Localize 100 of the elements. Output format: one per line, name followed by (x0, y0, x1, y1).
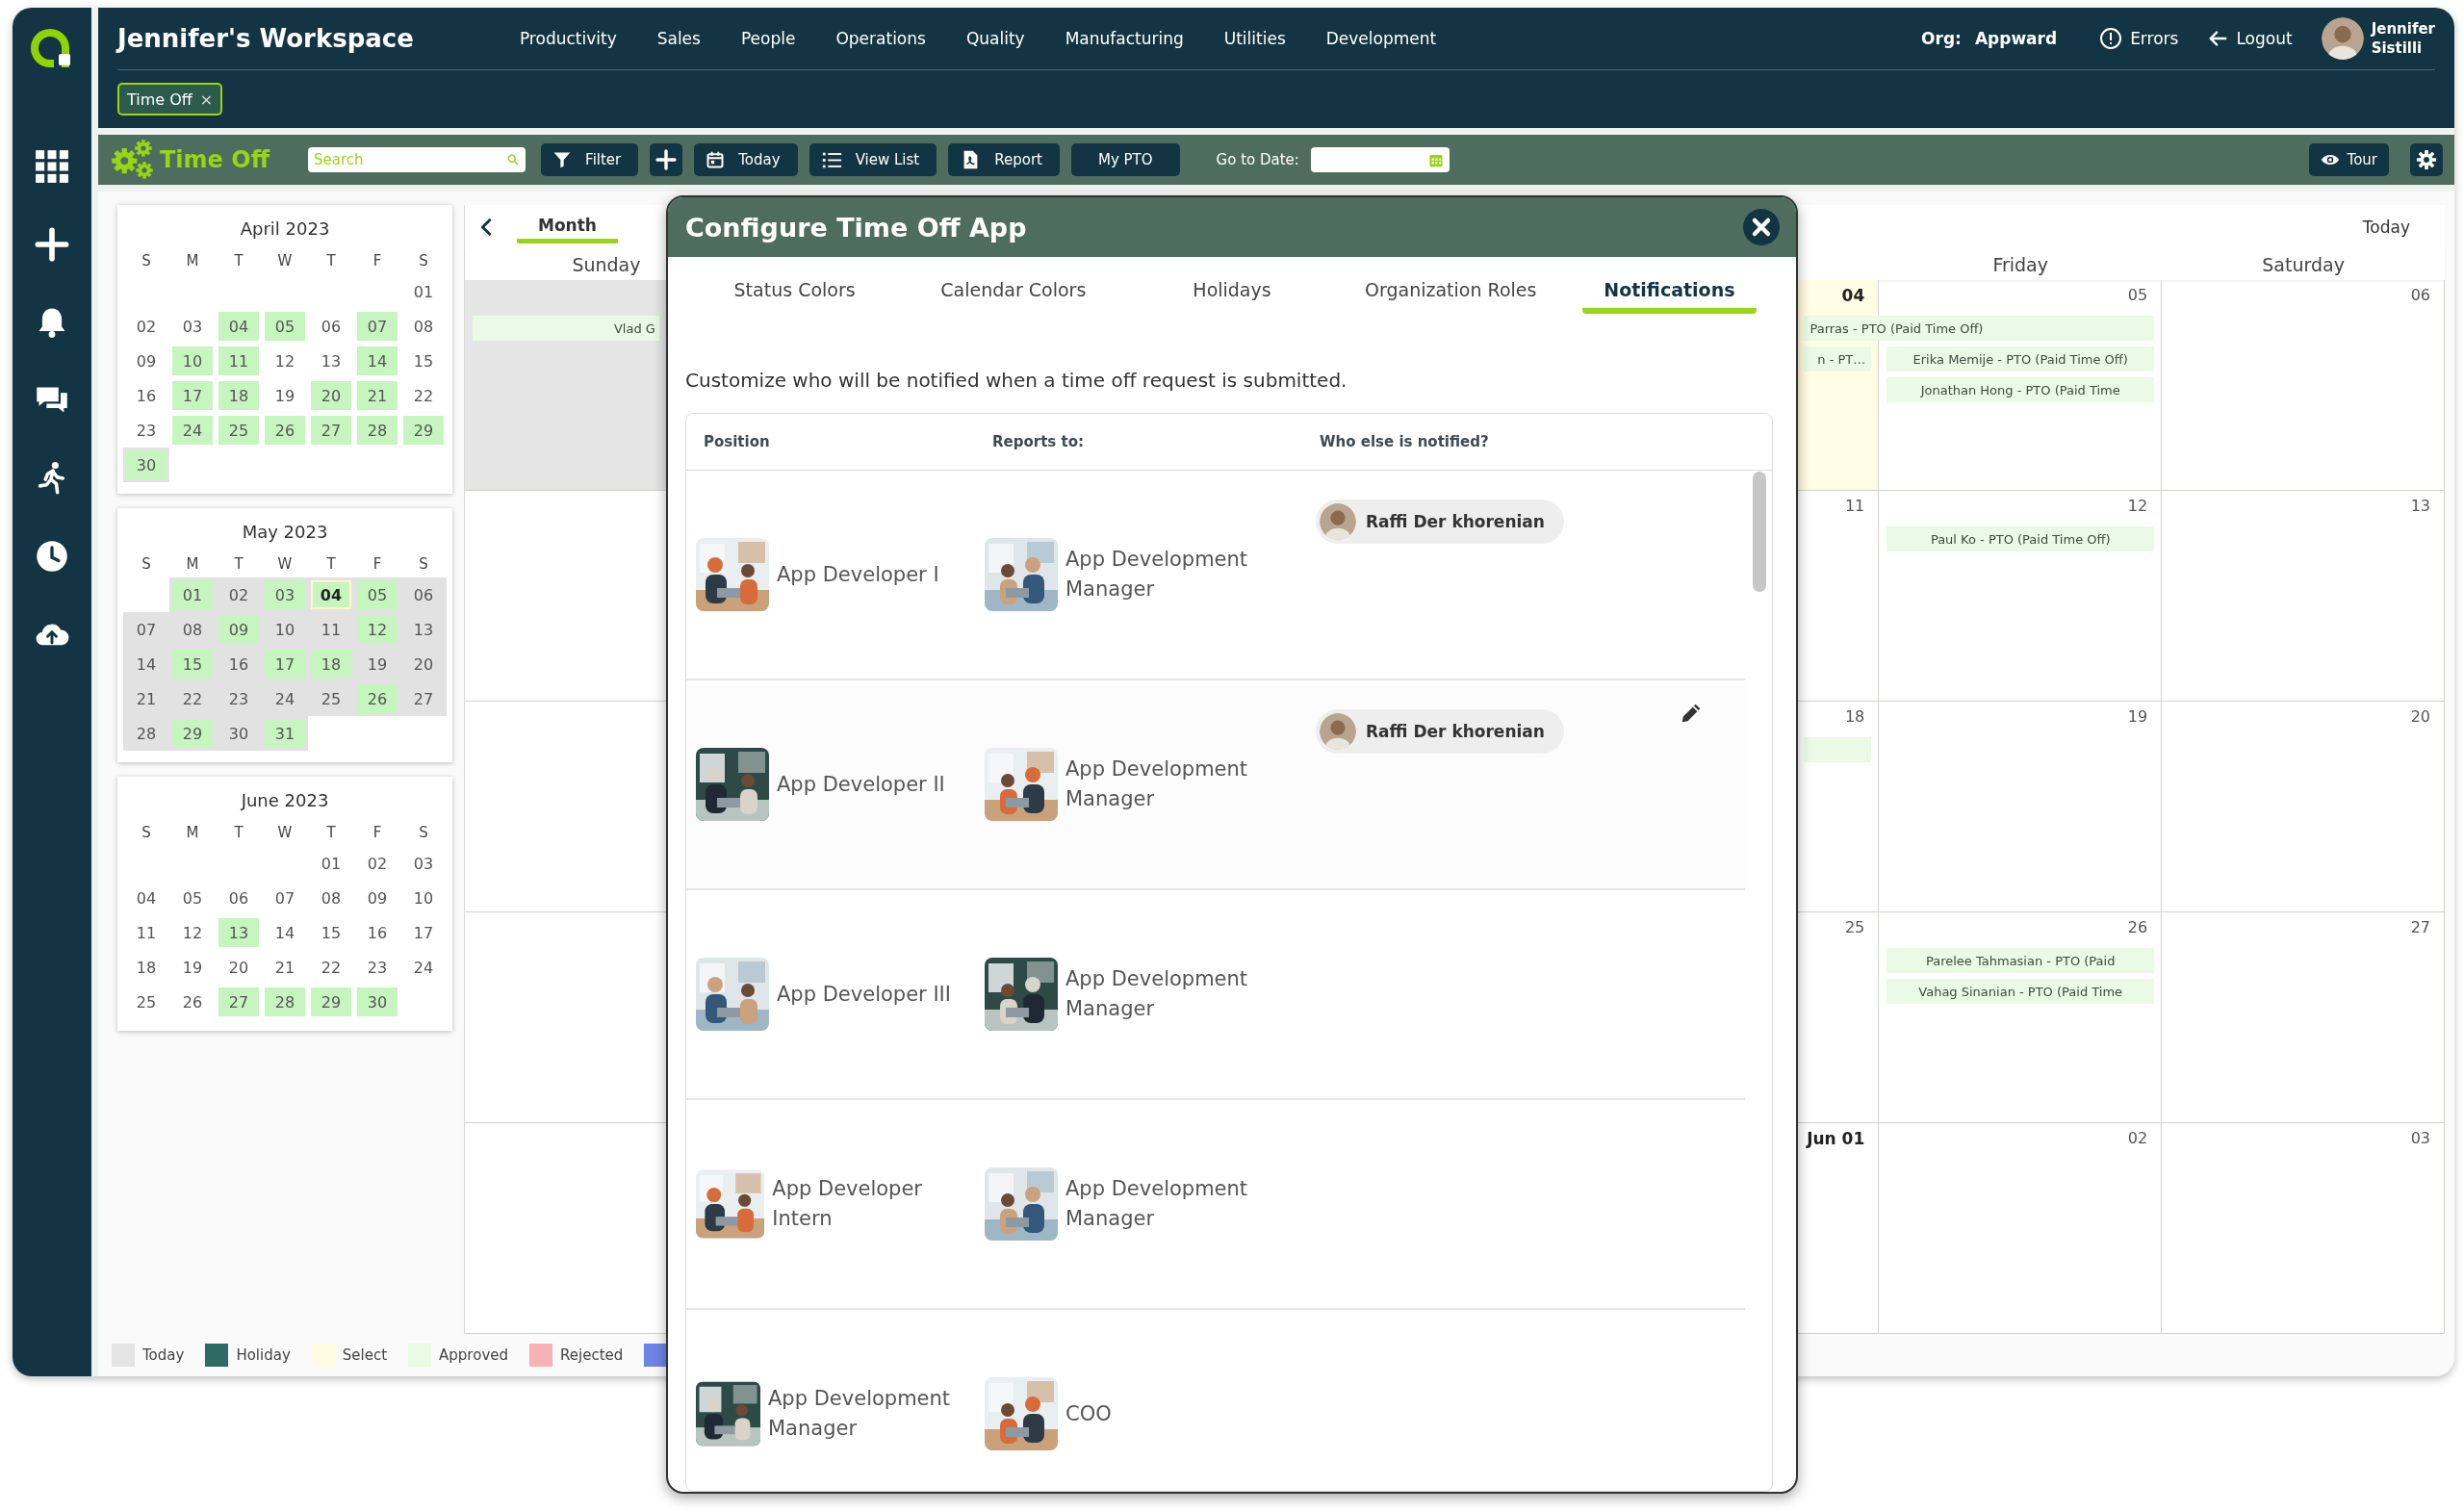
calendar-day[interactable]: 13 (218, 918, 259, 947)
calendar-day[interactable]: 21 (357, 381, 398, 410)
day-cell[interactable]: 19 (1879, 702, 2163, 912)
calendar-day[interactable]: 04 (218, 312, 259, 341)
calendar-day[interactable]: 07 (357, 312, 398, 341)
calendar-day[interactable]: 08 (403, 312, 444, 341)
event-bar[interactable]: Erika Memije - PTO (Paid Time Off) (1886, 346, 2155, 372)
calendar-day[interactable]: 25 (311, 684, 351, 713)
calendar-day[interactable]: 23 (357, 953, 398, 982)
calendar-day[interactable]: 10 (265, 615, 305, 644)
calendar-day[interactable]: 15 (403, 346, 444, 375)
calendar-day[interactable]: 05 (265, 312, 305, 341)
calendar-day[interactable]: 26 (265, 416, 305, 445)
calendar-day[interactable]: 27 (218, 987, 259, 1016)
calendar-day[interactable]: 10 (403, 884, 444, 912)
person-chip[interactable]: Raffi Der khorenian (1316, 500, 1564, 544)
calendar-day[interactable]: 30 (218, 719, 259, 748)
day-cell[interactable]: 02 (1879, 1123, 2163, 1334)
calendar-day[interactable]: 29 (311, 987, 351, 1016)
calendar-day[interactable]: 22 (311, 953, 351, 982)
calendar-day[interactable]: 18 (311, 650, 351, 679)
nav-menu-item[interactable]: Sales (656, 29, 701, 48)
toolbar-button[interactable]: Today (694, 143, 798, 176)
calendar-day[interactable]: 19 (357, 650, 398, 679)
calendar-day[interactable]: 14 (126, 650, 167, 679)
event-bar[interactable]: Vahag Sinanian - PTO (Paid Time (1886, 979, 2155, 1004)
calendar-day[interactable]: 17 (403, 918, 444, 947)
calendar-day[interactable]: 03 (172, 312, 213, 341)
nav-menu-item[interactable]: People (740, 29, 796, 48)
calendar-day[interactable]: 24 (403, 953, 444, 982)
calendar-day[interactable]: 09 (357, 884, 398, 912)
event-bar[interactable]: Vlad G (473, 316, 659, 341)
person-chip[interactable]: Raffi Der khorenian (1316, 709, 1564, 754)
calendar-day[interactable]: 27 (403, 684, 444, 713)
calendar-day[interactable]: 16 (357, 918, 398, 947)
event-bar[interactable]: n - PT… (1804, 346, 1872, 372)
nav-menu-item[interactable]: Productivity (519, 29, 617, 48)
calendar-day[interactable]: 13 (403, 615, 444, 644)
plus-icon[interactable] (35, 227, 69, 262)
calendar-day[interactable]: 28 (357, 416, 398, 445)
calendar-day[interactable]: 20 (311, 381, 351, 410)
nav-menu-item[interactable]: Quality (965, 29, 1025, 48)
calendar-day[interactable]: 14 (357, 346, 398, 375)
settings-tab[interactable]: Status Colors (685, 257, 905, 326)
calendar-day[interactable]: 06 (218, 884, 259, 912)
event-bar[interactable]: Paul Ko - PTO (Paid Time Off) (1886, 526, 2155, 551)
day-cell[interactable]: 13 (2162, 491, 2445, 702)
calendar-day[interactable]: 22 (403, 381, 444, 410)
calendar-day[interactable]: 05 (172, 884, 213, 912)
calendar-day[interactable]: 24 (172, 416, 213, 445)
add-button[interactable] (650, 143, 683, 176)
calendar-day[interactable]: 12 (172, 918, 213, 947)
tour-button[interactable]: Tour (2308, 143, 2389, 176)
close-tab-button[interactable]: × (199, 90, 214, 109)
calendar-day[interactable]: 15 (172, 650, 213, 679)
calendar-day[interactable]: 12 (265, 346, 305, 375)
calendar-day[interactable]: 28 (126, 719, 167, 748)
settings-tab[interactable]: Notifications (1559, 257, 1779, 326)
calendar-day[interactable]: 07 (126, 615, 167, 644)
calendar-day[interactable]: 22 (172, 684, 213, 713)
settings-tab[interactable]: Calendar Colors (904, 257, 1123, 326)
calendar-day[interactable]: 12 (357, 615, 398, 644)
scrollbar[interactable] (1753, 472, 1766, 592)
settings-tab[interactable]: Organization Roles (1341, 257, 1560, 326)
calendar-day[interactable]: 17 (172, 381, 213, 410)
calendar-day[interactable]: 29 (172, 719, 213, 748)
nav-menu-item[interactable]: Operations (835, 29, 926, 48)
calendar-day[interactable]: 20 (218, 953, 259, 982)
calendar-day[interactable]: 01 (403, 277, 444, 306)
logout-button[interactable]: Logout (2207, 28, 2293, 49)
calendar-day[interactable]: 16 (218, 650, 259, 679)
calendar-day[interactable]: 23 (126, 416, 167, 445)
day-cell[interactable]: 06 (2162, 280, 2445, 491)
day-cell[interactable]: 20 (2162, 702, 2445, 912)
calendar-day[interactable]: 18 (218, 381, 259, 410)
calendar-day[interactable]: 21 (126, 684, 167, 713)
calendar-day[interactable]: 13 (311, 346, 351, 375)
calendar-day[interactable]: 08 (172, 615, 213, 644)
calendar-day[interactable]: 19 (172, 953, 213, 982)
apps-icon[interactable] (35, 149, 69, 184)
calendar-day[interactable]: 23 (218, 684, 259, 713)
calendar-day[interactable]: 03 (265, 580, 305, 609)
open-app-tab[interactable]: Time Off × (117, 83, 223, 115)
calendar-day[interactable]: 28 (265, 987, 305, 1016)
calendar-day[interactable]: 03 (403, 849, 444, 878)
nav-menu-item[interactable]: Development (1325, 29, 1437, 48)
toolbar-button[interactable]: Filter (541, 143, 639, 176)
calendar-day[interactable]: 02 (126, 312, 167, 341)
calendar-day[interactable]: 16 (126, 381, 167, 410)
nav-menu-item[interactable]: Utilities (1223, 29, 1286, 48)
calendar-day[interactable]: 17 (265, 650, 305, 679)
event-bar[interactable]: Jonathan Hong - PTO (Paid Time (1886, 377, 2155, 402)
calendar-day[interactable]: 19 (265, 381, 305, 410)
calendar-day[interactable]: 31 (265, 719, 305, 748)
calendar-day[interactable]: 11 (126, 918, 167, 947)
calendar-day[interactable]: 27 (311, 416, 351, 445)
calendar-day[interactable]: 01 (172, 580, 213, 609)
calendar-day[interactable]: 14 (265, 918, 305, 947)
calendar-day[interactable]: 11 (218, 346, 259, 375)
today-link[interactable]: Today (2356, 217, 2416, 238)
